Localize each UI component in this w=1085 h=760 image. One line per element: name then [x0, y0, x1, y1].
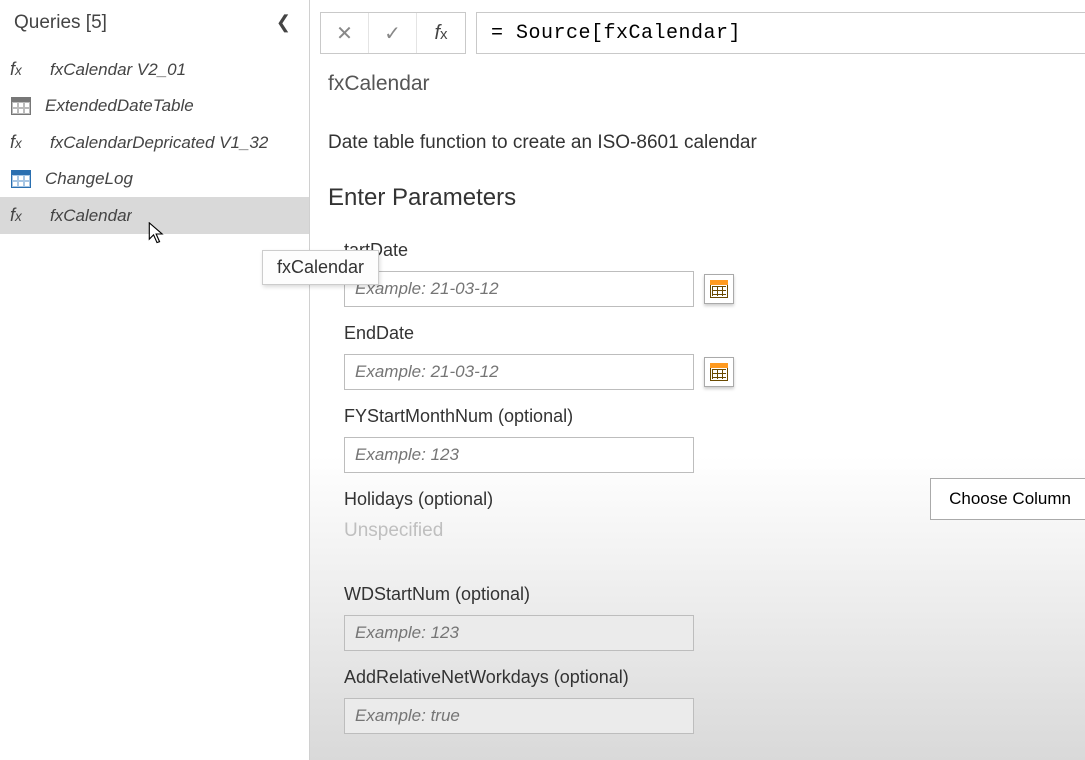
fx-icon: fx — [10, 205, 40, 226]
startdate-datepicker-button[interactable] — [704, 274, 734, 304]
fx-icon[interactable]: fx — [417, 13, 465, 53]
addrelativenetworkdays-label: AddRelativeNetWorkdays (optional) — [344, 667, 1085, 688]
query-label: ChangeLog — [45, 169, 133, 189]
wdstartnum-input[interactable] — [344, 615, 694, 651]
addrelativenetworkdays-input[interactable] — [344, 698, 694, 734]
enddate-datepicker-button[interactable] — [704, 357, 734, 387]
function-description: Date table function to create an ISO-860… — [310, 132, 1085, 184]
function-name: fxCalendar — [310, 72, 1085, 114]
query-label: fxCalendarDepricated V1_32 — [50, 133, 268, 153]
query-label: fxCalendar V2_01 — [50, 60, 186, 80]
queries-sidebar: Queries [5] ❮ fx fxCalendar V2_01 Extend… — [0, 0, 310, 760]
fystartmonthnum-input[interactable] — [344, 437, 694, 473]
queries-title: Queries [5] — [14, 12, 107, 34]
query-item-changelog[interactable]: ChangeLog — [0, 161, 309, 197]
fystartmonthnum-label: FYStartMonthNum (optional) — [344, 406, 1085, 427]
table-icon — [11, 170, 31, 188]
commit-formula-icon[interactable]: ✓ — [369, 13, 417, 53]
main-panel: ✕ ✓ fx fxCalendar Date table function to… — [310, 0, 1085, 760]
sidebar-header: Queries [5] ❮ — [0, 0, 309, 51]
startdate-label: tartDate — [344, 240, 1085, 261]
cancel-formula-icon[interactable]: ✕ — [321, 13, 369, 53]
calendar-icon — [710, 280, 728, 298]
query-label: fxCalendar — [50, 206, 132, 226]
formula-controls: ✕ ✓ fx — [320, 12, 466, 54]
query-item-fxcalendardepricated[interactable]: fx fxCalendarDepricated V1_32 — [0, 124, 309, 161]
holidays-unspecified: Unspecified — [344, 520, 1085, 542]
startdate-input[interactable] — [344, 271, 694, 307]
calendar-icon — [710, 363, 728, 381]
choose-column-button[interactable]: Choose Column — [930, 478, 1085, 520]
query-item-fxcalendar-v2-01[interactable]: fx fxCalendar V2_01 — [0, 51, 309, 88]
query-item-extendeddatetable[interactable]: ExtendedDateTable — [0, 88, 309, 124]
fx-icon: fx — [10, 132, 40, 153]
wdstartnum-label: WDStartNum (optional) — [344, 584, 1085, 605]
enddate-label: EndDate — [344, 323, 1085, 344]
enter-parameters-heading: Enter Parameters — [310, 184, 1085, 240]
collapse-chevron-icon[interactable]: ❮ — [272, 8, 295, 37]
query-tooltip: fxCalendar — [262, 250, 379, 285]
formula-input[interactable] — [476, 12, 1085, 54]
query-item-fxcalendar[interactable]: fx fxCalendar — [0, 197, 309, 234]
table-icon — [11, 97, 31, 115]
query-label: ExtendedDateTable — [45, 96, 194, 116]
query-list: fx fxCalendar V2_01 ExtendedDateTable fx… — [0, 51, 309, 234]
fx-icon: fx — [10, 59, 40, 80]
enddate-input[interactable] — [344, 354, 694, 390]
formula-bar: ✕ ✓ fx — [310, 12, 1085, 72]
